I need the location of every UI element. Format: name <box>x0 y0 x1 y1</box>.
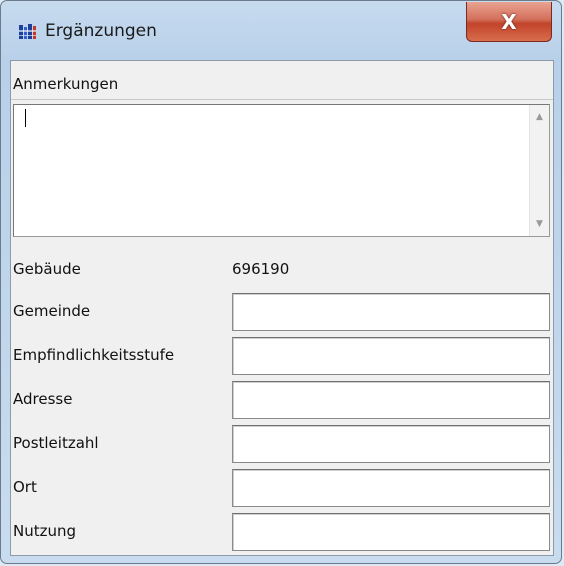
building-label: Gebäude <box>13 260 81 278</box>
close-button[interactable]: X <box>466 2 552 42</box>
scroll-down-arrow-icon[interactable]: ▼ <box>530 214 549 234</box>
address-field[interactable] <box>232 381 550 419</box>
title-bar[interactable]: Ergänzungen X <box>1 1 561 59</box>
window-title: Ergänzungen <box>45 21 157 41</box>
usage-field[interactable] <box>232 513 550 551</box>
app-grid-icon <box>19 24 39 40</box>
municipality-label: Gemeinde <box>13 302 91 320</box>
text-cursor <box>25 109 26 127</box>
notes-label: Anmerkungen <box>13 75 119 93</box>
scroll-up-arrow-icon[interactable]: ▲ <box>530 107 549 127</box>
postal-code-field[interactable] <box>232 425 550 463</box>
address-label: Adresse <box>13 390 73 408</box>
sensitivity-level-field[interactable] <box>232 337 550 375</box>
sensitivity-level-label: Empfindlichkeitsstufe <box>13 346 175 364</box>
municipality-field[interactable] <box>232 293 550 331</box>
dialog-content: Anmerkungen ▲ ▼ Gebäude 696190 Gemeinde … <box>10 60 554 556</box>
city-label: Ort <box>13 478 37 496</box>
postal-code-label: Postleitzahl <box>13 434 99 452</box>
city-field[interactable] <box>232 469 550 507</box>
close-icon: X <box>501 9 517 34</box>
notes-textarea[interactable]: ▲ ▼ <box>13 104 550 237</box>
notes-scrollbar[interactable]: ▲ ▼ <box>529 105 549 236</box>
dialog-window: Ergänzungen X Anmerkungen ▲ ▼ Gebäude 69… <box>0 0 562 564</box>
building-value: 696190 <box>232 260 290 278</box>
notes-divider <box>11 99 553 100</box>
usage-label: Nutzung <box>13 522 77 540</box>
